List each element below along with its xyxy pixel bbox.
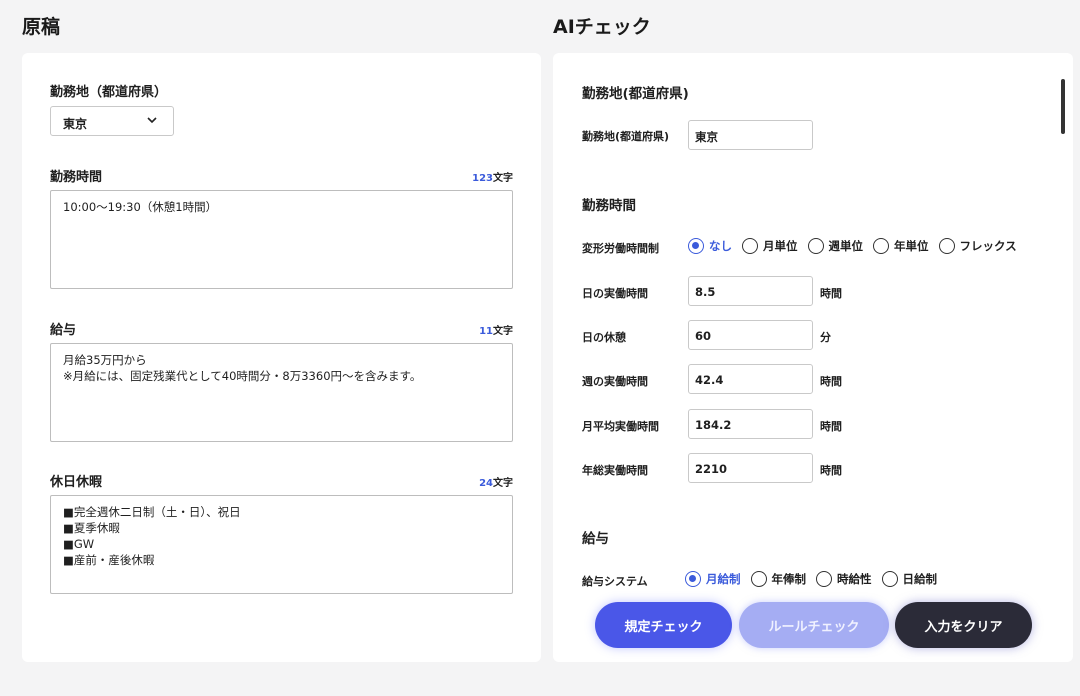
custom-rule-check-button[interactable]: ルールチェック — [739, 602, 889, 648]
yearly-hours-field[interactable]: 2210 — [688, 453, 813, 483]
daily-break-label: 日の休憩 — [582, 331, 626, 344]
salary-option-hourly[interactable]: 時給性 — [816, 571, 872, 587]
hours-char-count: 123文字 — [472, 173, 513, 184]
salary-textarea[interactable]: 月給35万円から ※月給には、固定残業代として40時間分・8万3360円〜を含み… — [50, 343, 513, 442]
variable-option-yearly[interactable]: 年単位 — [873, 238, 929, 254]
original-panel: 勤務地（都道府県） 東京 勤務時間 123文字 10:00〜19:30（休憩1時… — [22, 53, 541, 662]
ai-check-panel: 勤務地(都道府県) 勤務地(都道府県) 東京 勤務時間 変形労働時間制 なし 月… — [553, 53, 1073, 662]
radio-icon — [807, 238, 824, 254]
daily-hours-field[interactable]: 8.5 — [688, 276, 813, 306]
variable-option-monthly[interactable]: 月単位 — [742, 238, 798, 254]
radio-icon — [873, 238, 889, 254]
radio-selected-icon — [688, 238, 704, 254]
weekly-hours-label: 週の実働時間 — [582, 375, 648, 388]
holidays-textarea[interactable]: ■完全週休二日制（土・日）、祝日 ■夏季休暇 ■GW ■産前・産後休暇 — [50, 495, 513, 594]
salary-option-annual[interactable]: 年俸制 — [750, 571, 806, 587]
variable-option-weekly[interactable]: 週単位 — [807, 238, 863, 254]
yearly-hours-label: 年総実働時間 — [582, 464, 648, 477]
scrollbar-thumb[interactable] — [1061, 79, 1065, 134]
variable-option-flex[interactable]: フレックス — [938, 238, 1017, 254]
monthly-avg-hours-unit: 時間 — [820, 420, 842, 433]
daily-break-unit: 分 — [820, 331, 831, 344]
salary-char-count: 11文字 — [479, 326, 513, 337]
radio-icon — [816, 571, 832, 587]
yearly-hours-unit: 時間 — [820, 464, 842, 477]
radio-selected-icon — [685, 571, 701, 587]
hours-textarea[interactable]: 10:00〜19:30（休憩1時間） — [50, 190, 513, 289]
radio-icon — [881, 571, 898, 587]
salary-option-monthly[interactable]: 月給制 — [685, 571, 741, 587]
ai-check-title: AIチェック — [553, 16, 651, 38]
holidays-char-count: 24文字 — [479, 478, 513, 489]
salary-label: 給与 — [50, 323, 77, 338]
chevron-down-icon — [147, 117, 157, 124]
location-label: 勤務地（都道府県） — [50, 85, 168, 100]
variable-hours-label: 変形労働時間制 — [582, 242, 659, 255]
location-select[interactable]: 東京 — [50, 106, 174, 136]
monthly-avg-hours-label: 月平均実働時間 — [582, 420, 659, 433]
clear-input-button[interactable]: 入力をクリア — [895, 602, 1032, 648]
salary-system-label: 給与システム — [582, 575, 648, 588]
monthly-avg-hours-field[interactable]: 184.2 — [688, 409, 813, 439]
holidays-label: 休日休暇 — [50, 475, 103, 490]
rule-check-button[interactable]: 規定チェック — [595, 602, 732, 648]
weekly-hours-unit: 時間 — [820, 375, 842, 388]
radio-icon — [938, 238, 955, 254]
variable-hours-radio-group: なし 月単位 週単位 年単位 フレックス — [688, 238, 1027, 254]
daily-hours-label: 日の実働時間 — [582, 287, 648, 300]
salary-system-radio-group: 月給制 年俸制 時給性 日給制 — [685, 571, 947, 587]
daily-break-field[interactable]: 60 — [688, 320, 813, 350]
radio-icon — [742, 238, 758, 254]
location-select-value: 東京 — [63, 117, 88, 131]
salary-section-title: 給与 — [582, 531, 609, 547]
radio-icon — [750, 571, 767, 587]
original-title: 原稿 — [22, 16, 61, 38]
variable-option-none[interactable]: なし — [688, 238, 732, 254]
location-section-title: 勤務地(都道府県) — [582, 86, 689, 102]
scrollbar-track[interactable] — [1061, 79, 1065, 649]
location-field-label: 勤務地(都道府県) — [582, 130, 670, 143]
location-field[interactable]: 東京 — [688, 120, 813, 150]
hours-label: 勤務時間 — [50, 170, 103, 185]
hours-section-title: 勤務時間 — [582, 198, 636, 214]
daily-hours-unit: 時間 — [820, 287, 842, 300]
salary-option-daily[interactable]: 日給制 — [881, 571, 937, 587]
weekly-hours-field[interactable]: 42.4 — [688, 364, 813, 394]
